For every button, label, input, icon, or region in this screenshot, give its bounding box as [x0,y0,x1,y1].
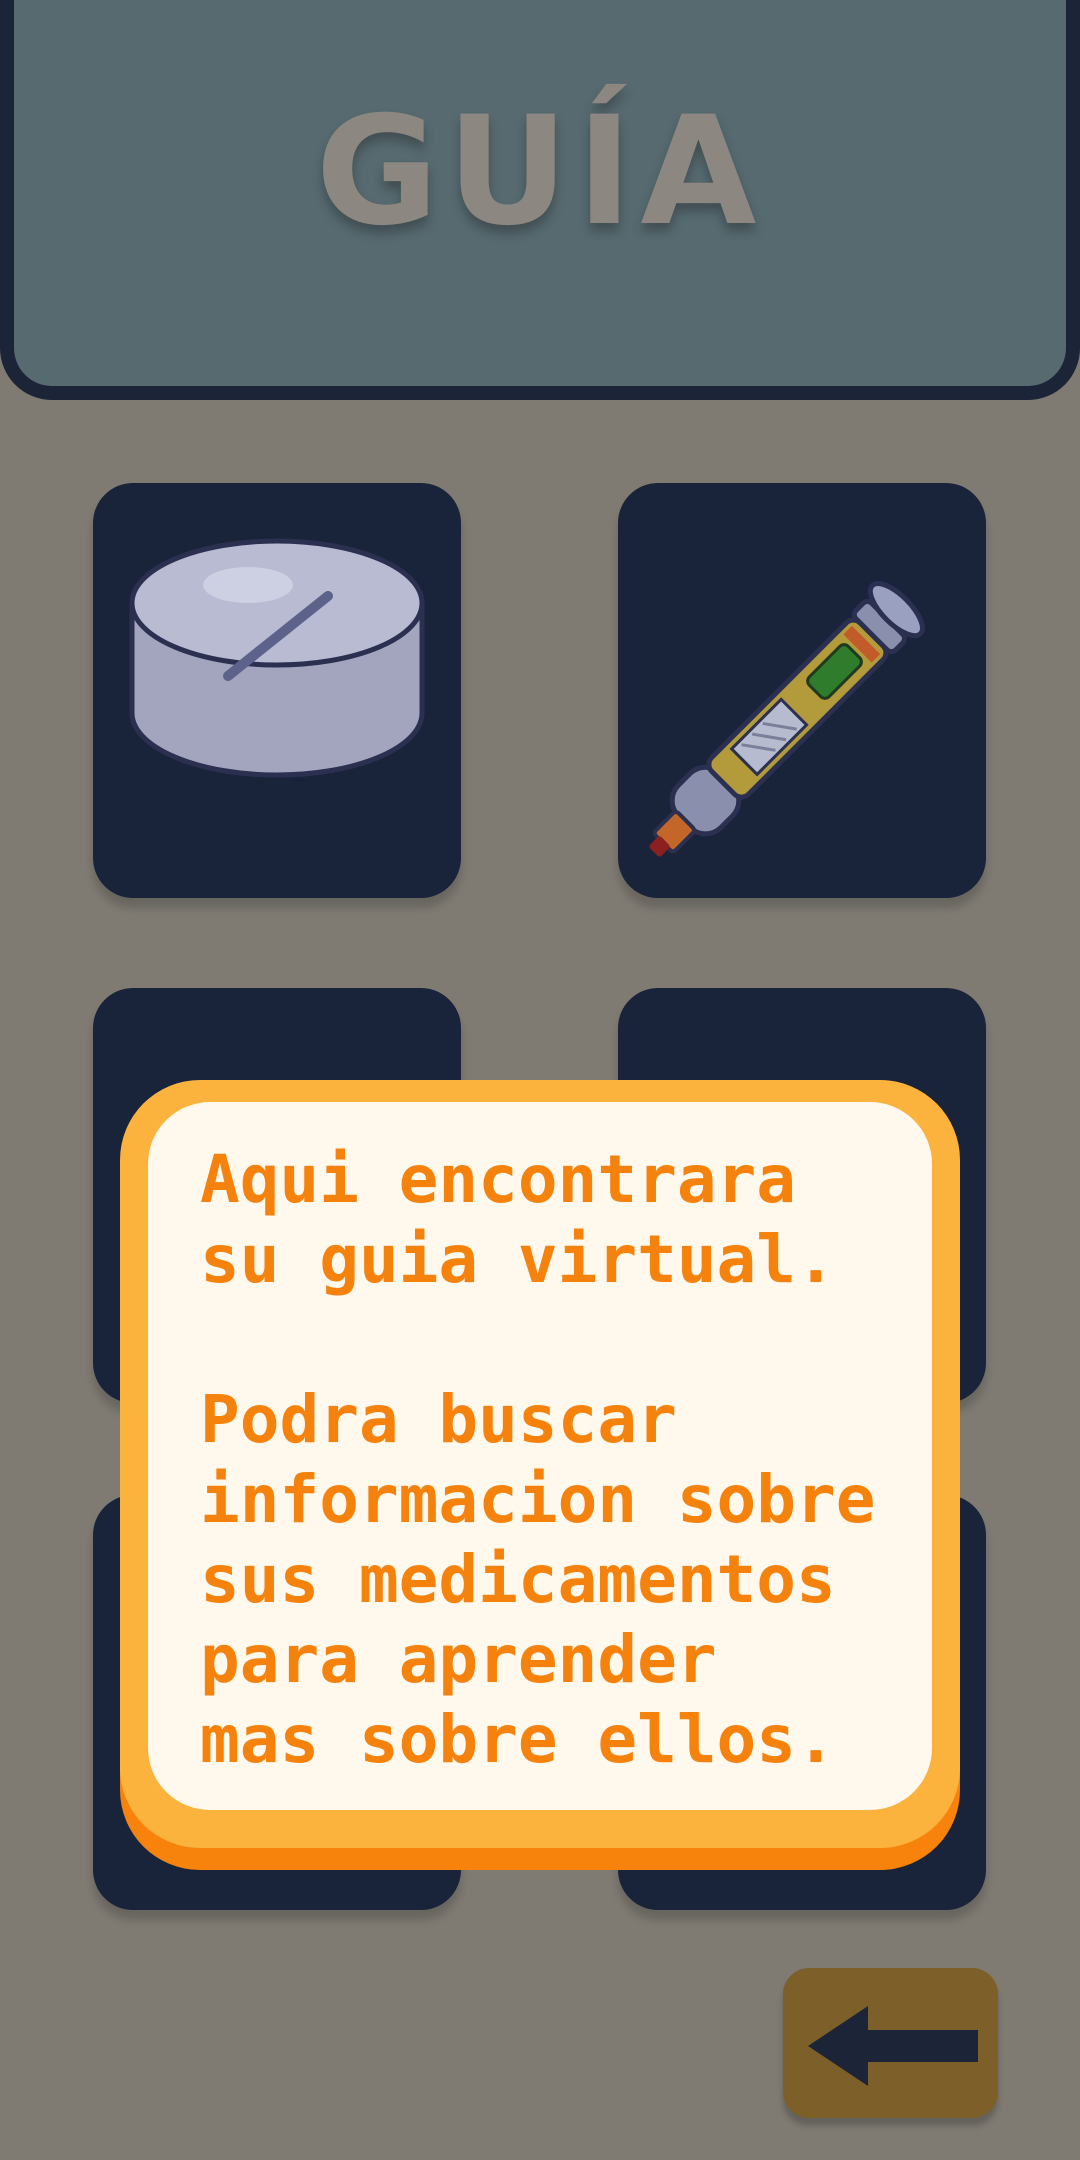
page-title: GUÍA [315,85,765,259]
pill-tablet-icon [129,538,425,778]
dialog-line: para aprender [200,1621,717,1698]
dialog-line: sus medicamentos [200,1541,836,1618]
dialog-line: Aqui encontrara [200,1141,797,1218]
guide-tile-pill[interactable] [93,483,461,898]
header-panel: GUÍA [0,0,1080,400]
dialog-line: Podra buscar [200,1381,677,1458]
guide-tile-insulin-pen[interactable] [618,483,986,898]
arrow-left-icon [808,2006,978,2086]
dialog-line: su guia virtual. [200,1221,836,1298]
info-dialog-text: Aqui encontrara su guia virtual. Podra b… [200,1140,940,1780]
back-button[interactable] [783,1968,998,2118]
insulin-pen-icon [649,581,925,857]
dialog-line: informacion sobre [200,1461,876,1538]
dialog-line: mas sobre ellos. [200,1701,836,1778]
